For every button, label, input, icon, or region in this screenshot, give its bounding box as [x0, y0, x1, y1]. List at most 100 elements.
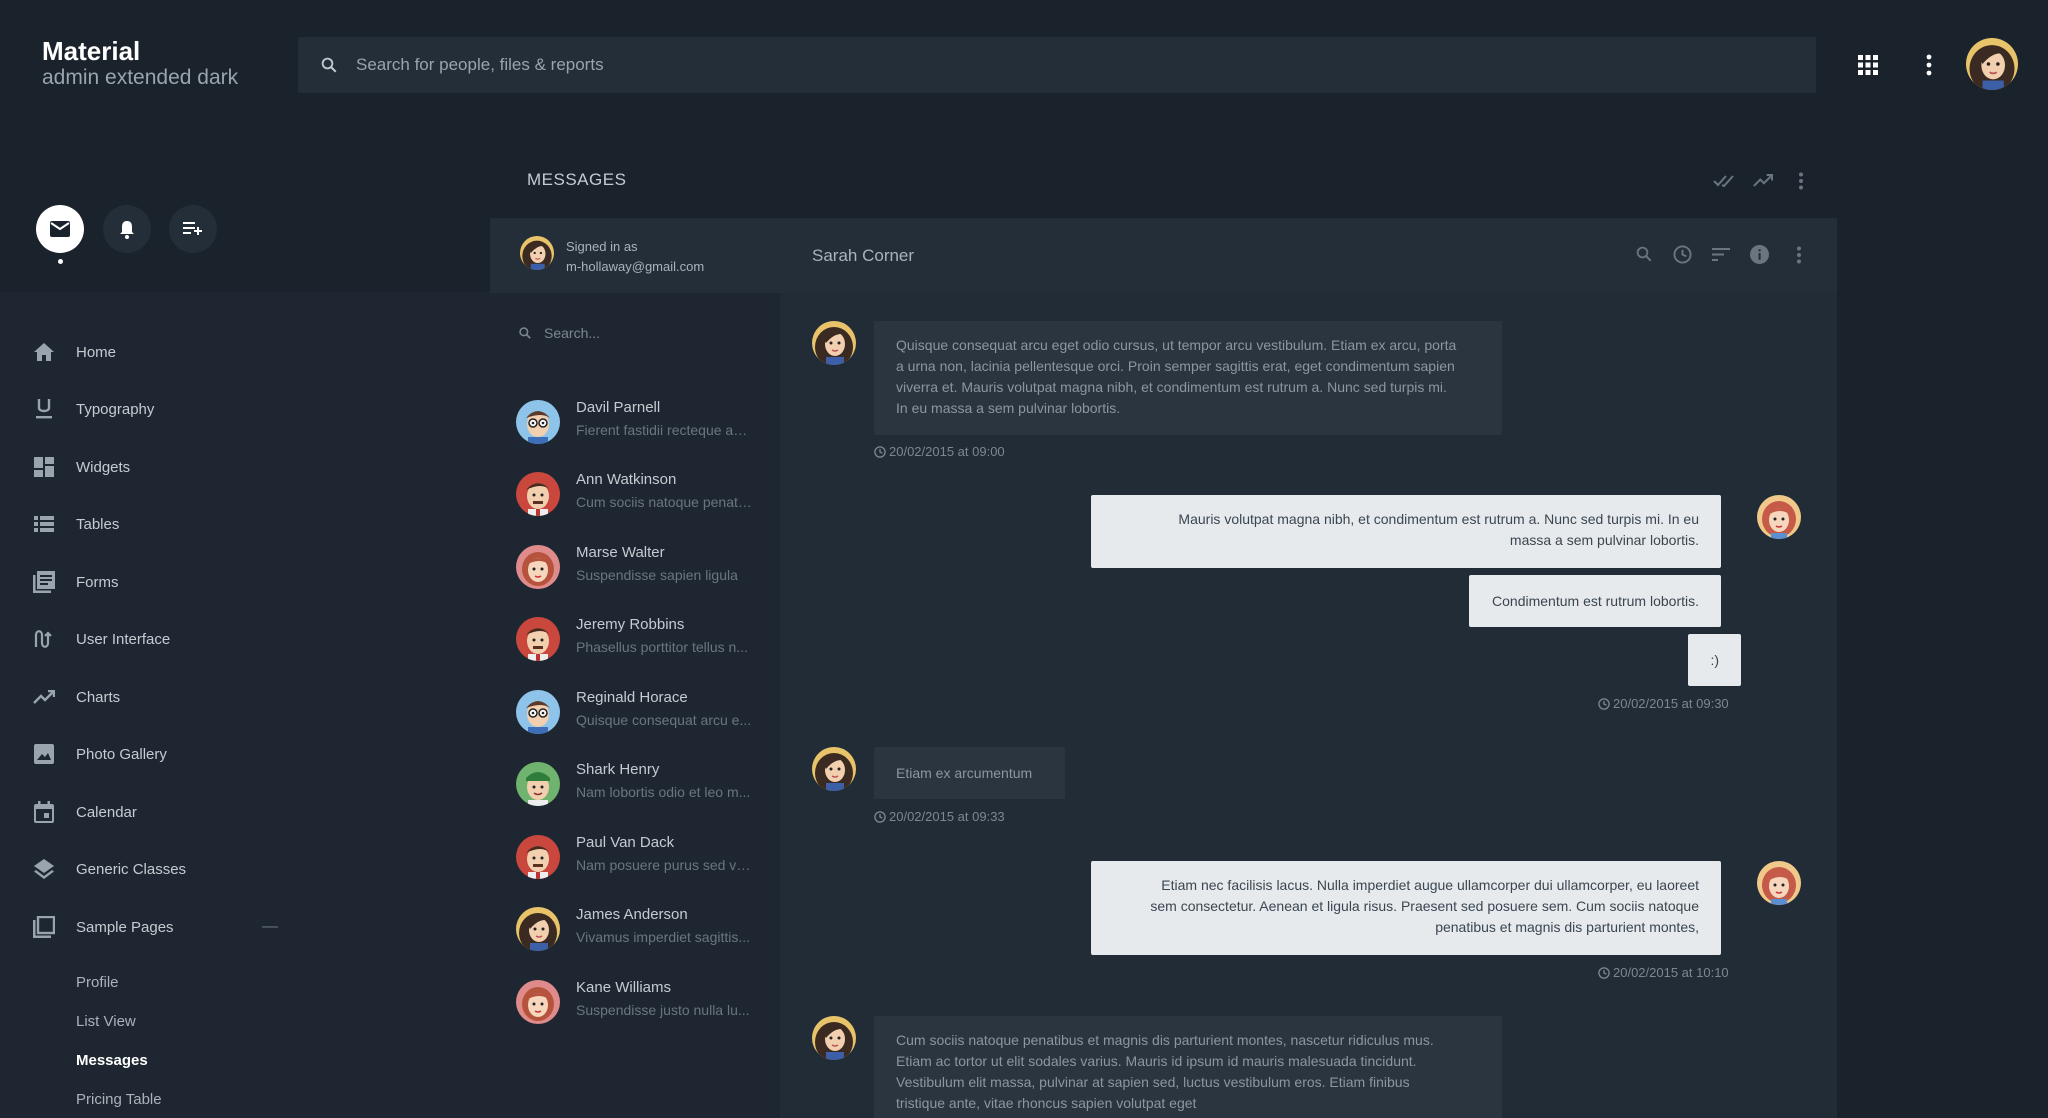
- apps-grid-icon[interactable]: [1858, 55, 1878, 75]
- contact-item[interactable]: Shark Henry Nam lobortis odio et leo m..…: [490, 750, 780, 822]
- message-line: In eu massa a sem pulvinar lobortis.: [896, 400, 1121, 416]
- message-line: Cum sociis natoque penatibus et magnis d…: [896, 1032, 1434, 1048]
- contact-item[interactable]: James Anderson Vivamus imperdiet sagitti…: [490, 895, 780, 967]
- more-vert-icon[interactable]: [1796, 246, 1802, 264]
- sender-avatar: [1757, 495, 1801, 539]
- contact-item[interactable]: Marse Walter Suspendisse sapien ligula: [490, 533, 780, 605]
- done-all-icon[interactable]: [1713, 174, 1735, 188]
- nav-item-label: Home: [76, 343, 117, 361]
- contact-name: Reginald Horace: [576, 689, 688, 706]
- clock-icon[interactable]: [1673, 245, 1692, 264]
- calendar-icon: [33, 801, 55, 823]
- nav-item-label: Forms: [76, 573, 119, 591]
- contact-avatar: [516, 400, 560, 444]
- contact-item[interactable]: Kane Williams Suspendisse justo nulla lu…: [490, 968, 780, 1040]
- clock-icon: [1598, 697, 1610, 710]
- nav-item-label: Typography: [76, 400, 155, 418]
- sidebar-actions: [0, 130, 490, 292]
- search-icon: [321, 57, 337, 73]
- contacts-list: Search... Davil Parnell Fierent fastidii…: [490, 293, 780, 1118]
- contact-item[interactable]: Davil Parnell Fierent fastidii recteque …: [490, 388, 780, 460]
- nav-item-charts[interactable]: Charts: [0, 677, 490, 717]
- nav-subitem-list-view[interactable]: List View: [76, 1013, 136, 1030]
- message-line: massa a sem pulvinar lobortis.: [1509, 532, 1699, 548]
- contact-preview: Suspendisse sapien ligula: [576, 567, 738, 583]
- contact-avatar: [516, 980, 560, 1024]
- message-bubble: Condimentum est rutrum lobortis.: [1469, 575, 1721, 627]
- clock-icon: [874, 810, 886, 823]
- notifications-button[interactable]: [103, 205, 151, 253]
- sender-avatar: [812, 321, 856, 365]
- home-icon: [33, 341, 55, 363]
- nav-item-widgets[interactable]: Widgets: [0, 447, 490, 487]
- message-bubble: Etiam ex arcumentum: [874, 747, 1065, 799]
- contact-name: Kane Williams: [576, 979, 672, 996]
- playlist-add-icon: [183, 222, 202, 235]
- contact-avatar: [516, 835, 560, 879]
- sender-avatar: [1757, 861, 1801, 905]
- search-placeholder: Search for people, files & reports: [356, 55, 604, 74]
- contact-preview: Fierent fastidii recteque ad...: [576, 422, 752, 438]
- contact-preview: Quisque consequat arcu e...: [576, 712, 752, 728]
- gesture-icon: [33, 628, 55, 650]
- sort-icon[interactable]: [1712, 248, 1730, 261]
- image-icon: [33, 743, 55, 765]
- message-line: Quisque consequat arcu eget odio cursus,…: [896, 337, 1457, 353]
- nav-subitem-profile[interactable]: Profile: [76, 974, 119, 991]
- layers-icon: [33, 858, 55, 880]
- sidebar-nav: Home Typography Widgets Tables Forms Use…: [0, 292, 490, 1118]
- sender-avatar: [812, 747, 856, 791]
- more-vert-icon[interactable]: [1925, 54, 1933, 76]
- conversation-header: Sarah Corner: [780, 218, 1837, 293]
- nav-subitem-pricing-table[interactable]: Pricing Table: [76, 1091, 162, 1108]
- mail-icon: [50, 221, 70, 237]
- contact-item[interactable]: Reginald Horace Quisque consequat arcu e…: [490, 678, 780, 750]
- message-line: Vestibulum elit massa, pulvinar at sapie…: [896, 1074, 1410, 1090]
- global-search-input[interactable]: Search for people, files & reports: [298, 37, 1816, 93]
- nav-subitem-messages[interactable]: Messages: [76, 1052, 148, 1069]
- message-line: penatibus et magnis dis parturient monte…: [1435, 919, 1699, 935]
- collapse-icon[interactable]: —: [262, 918, 278, 936]
- sender-avatar: [812, 1016, 856, 1060]
- nav-item-typography[interactable]: Typography: [0, 389, 490, 429]
- info-icon[interactable]: [1750, 245, 1769, 264]
- contact-preview: Vivamus imperdiet sagittis...: [576, 929, 751, 945]
- contact-item[interactable]: Jeremy Robbins Phasellus porttitor tellu…: [490, 605, 780, 677]
- add-playlist-button[interactable]: [169, 205, 217, 253]
- nav-item-photo-gallery[interactable]: Photo Gallery: [0, 734, 490, 774]
- mail-button[interactable]: [36, 205, 84, 253]
- signed-in-label: Signed in as: [566, 239, 638, 254]
- user-avatar[interactable]: [1966, 38, 2018, 90]
- message-timestamp: 20/02/2015 at 09:30: [1598, 696, 1729, 711]
- contact-name: Paul Van Dack: [576, 834, 675, 851]
- more-vert-icon[interactable]: [1798, 172, 1804, 190]
- nav-item-home[interactable]: Home: [0, 332, 490, 372]
- search-icon[interactable]: [1635, 245, 1653, 263]
- message-bubble: Cum sociis natoque penatibus et magnis d…: [874, 1016, 1502, 1118]
- contact-search-placeholder: Search...: [544, 325, 601, 341]
- message-timestamp: 20/02/2015 at 10:10: [1598, 965, 1729, 980]
- contact-avatar: [516, 907, 560, 951]
- nav-item-forms[interactable]: Forms: [0, 562, 490, 602]
- contact-name: Ann Watkinson: [576, 471, 677, 488]
- bell-icon: [120, 220, 134, 239]
- page-title: MESSAGES: [527, 170, 627, 189]
- contact-preview: Phasellus porttitor tellus n...: [576, 639, 748, 655]
- nav-item-calendar[interactable]: Calendar: [0, 792, 490, 832]
- contact-avatar: [516, 762, 560, 806]
- trending-up-icon[interactable]: [1753, 174, 1773, 187]
- active-indicator: [58, 259, 63, 264]
- nav-item-sample-pages[interactable]: Sample Pages —: [0, 907, 490, 947]
- contact-item[interactable]: Ann Watkinson Cum sociis natoque penati.…: [490, 460, 780, 532]
- message-bubble: :): [1688, 634, 1741, 686]
- nav-item-label: Photo Gallery: [76, 745, 167, 763]
- nav-item-generic-classes[interactable]: Generic Classes: [0, 849, 490, 889]
- nav-item-tables[interactable]: Tables: [0, 504, 490, 544]
- contact-item[interactable]: Paul Van Dack Nam posuere purus sed ve..…: [490, 823, 780, 895]
- my-avatar: [520, 236, 554, 270]
- contact-search-input[interactable]: Search...: [518, 325, 600, 341]
- message-line: Mauris volutpat magna nibh, et condiment…: [1178, 511, 1699, 527]
- nav-item-user-interface[interactable]: User Interface: [0, 619, 490, 659]
- message-line: Etiam ac tortor ut elit sodales varius. …: [896, 1053, 1417, 1069]
- nav-item-label: Sample Pages: [76, 918, 174, 936]
